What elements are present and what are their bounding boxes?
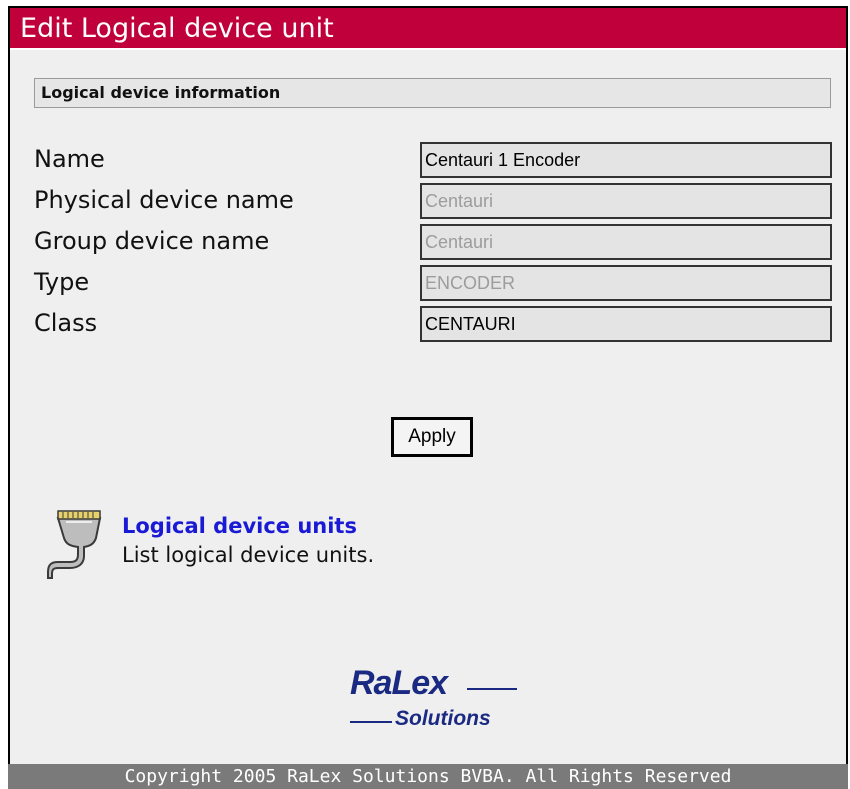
logo-ralex-text: RaLex [350, 664, 448, 702]
form-row-physical-device-name: Physical device name Centauri [34, 183, 834, 221]
logical-device-units-description: List logical device units. [122, 543, 375, 567]
physical-device-name-field: Centauri [420, 183, 832, 219]
logical-device-units-link[interactable]: Logical device units [122, 514, 357, 538]
physical-device-name-label: Physical device name [34, 186, 294, 214]
ralex-solutions-logo: RaLex Solutions [345, 664, 531, 734]
form-row-type: Type ENCODER [34, 265, 834, 303]
section-header: Logical device information [34, 78, 831, 108]
type-field: ENCODER [420, 265, 832, 301]
page-title: Edit Logical device unit [10, 8, 846, 50]
logo-dash [467, 688, 517, 690]
class-label: Class [34, 309, 98, 337]
form-row-name: Name Centauri 1 Encoder [34, 142, 834, 180]
serial-port-cable-icon[interactable] [44, 506, 106, 580]
main-panel: Edit Logical device unit Logical device … [8, 6, 848, 764]
apply-button[interactable]: Apply [391, 417, 473, 457]
group-device-name-label: Group device name [34, 227, 270, 255]
group-device-name-field: Centauri [420, 224, 832, 260]
form-row-class: Class CENTAURI [34, 306, 834, 344]
name-label: Name [34, 145, 105, 173]
logo-solutions-text: Solutions [395, 707, 491, 730]
logo-dash [350, 721, 392, 723]
form-row-group-device-name: Group device name Centauri [34, 224, 834, 262]
footer-copyright: Copyright 2005 RaLex Solutions BVBA. All… [8, 764, 848, 789]
name-field[interactable]: Centauri 1 Encoder [420, 142, 832, 178]
type-label: Type [34, 268, 90, 296]
class-field[interactable]: CENTAURI [420, 306, 832, 342]
